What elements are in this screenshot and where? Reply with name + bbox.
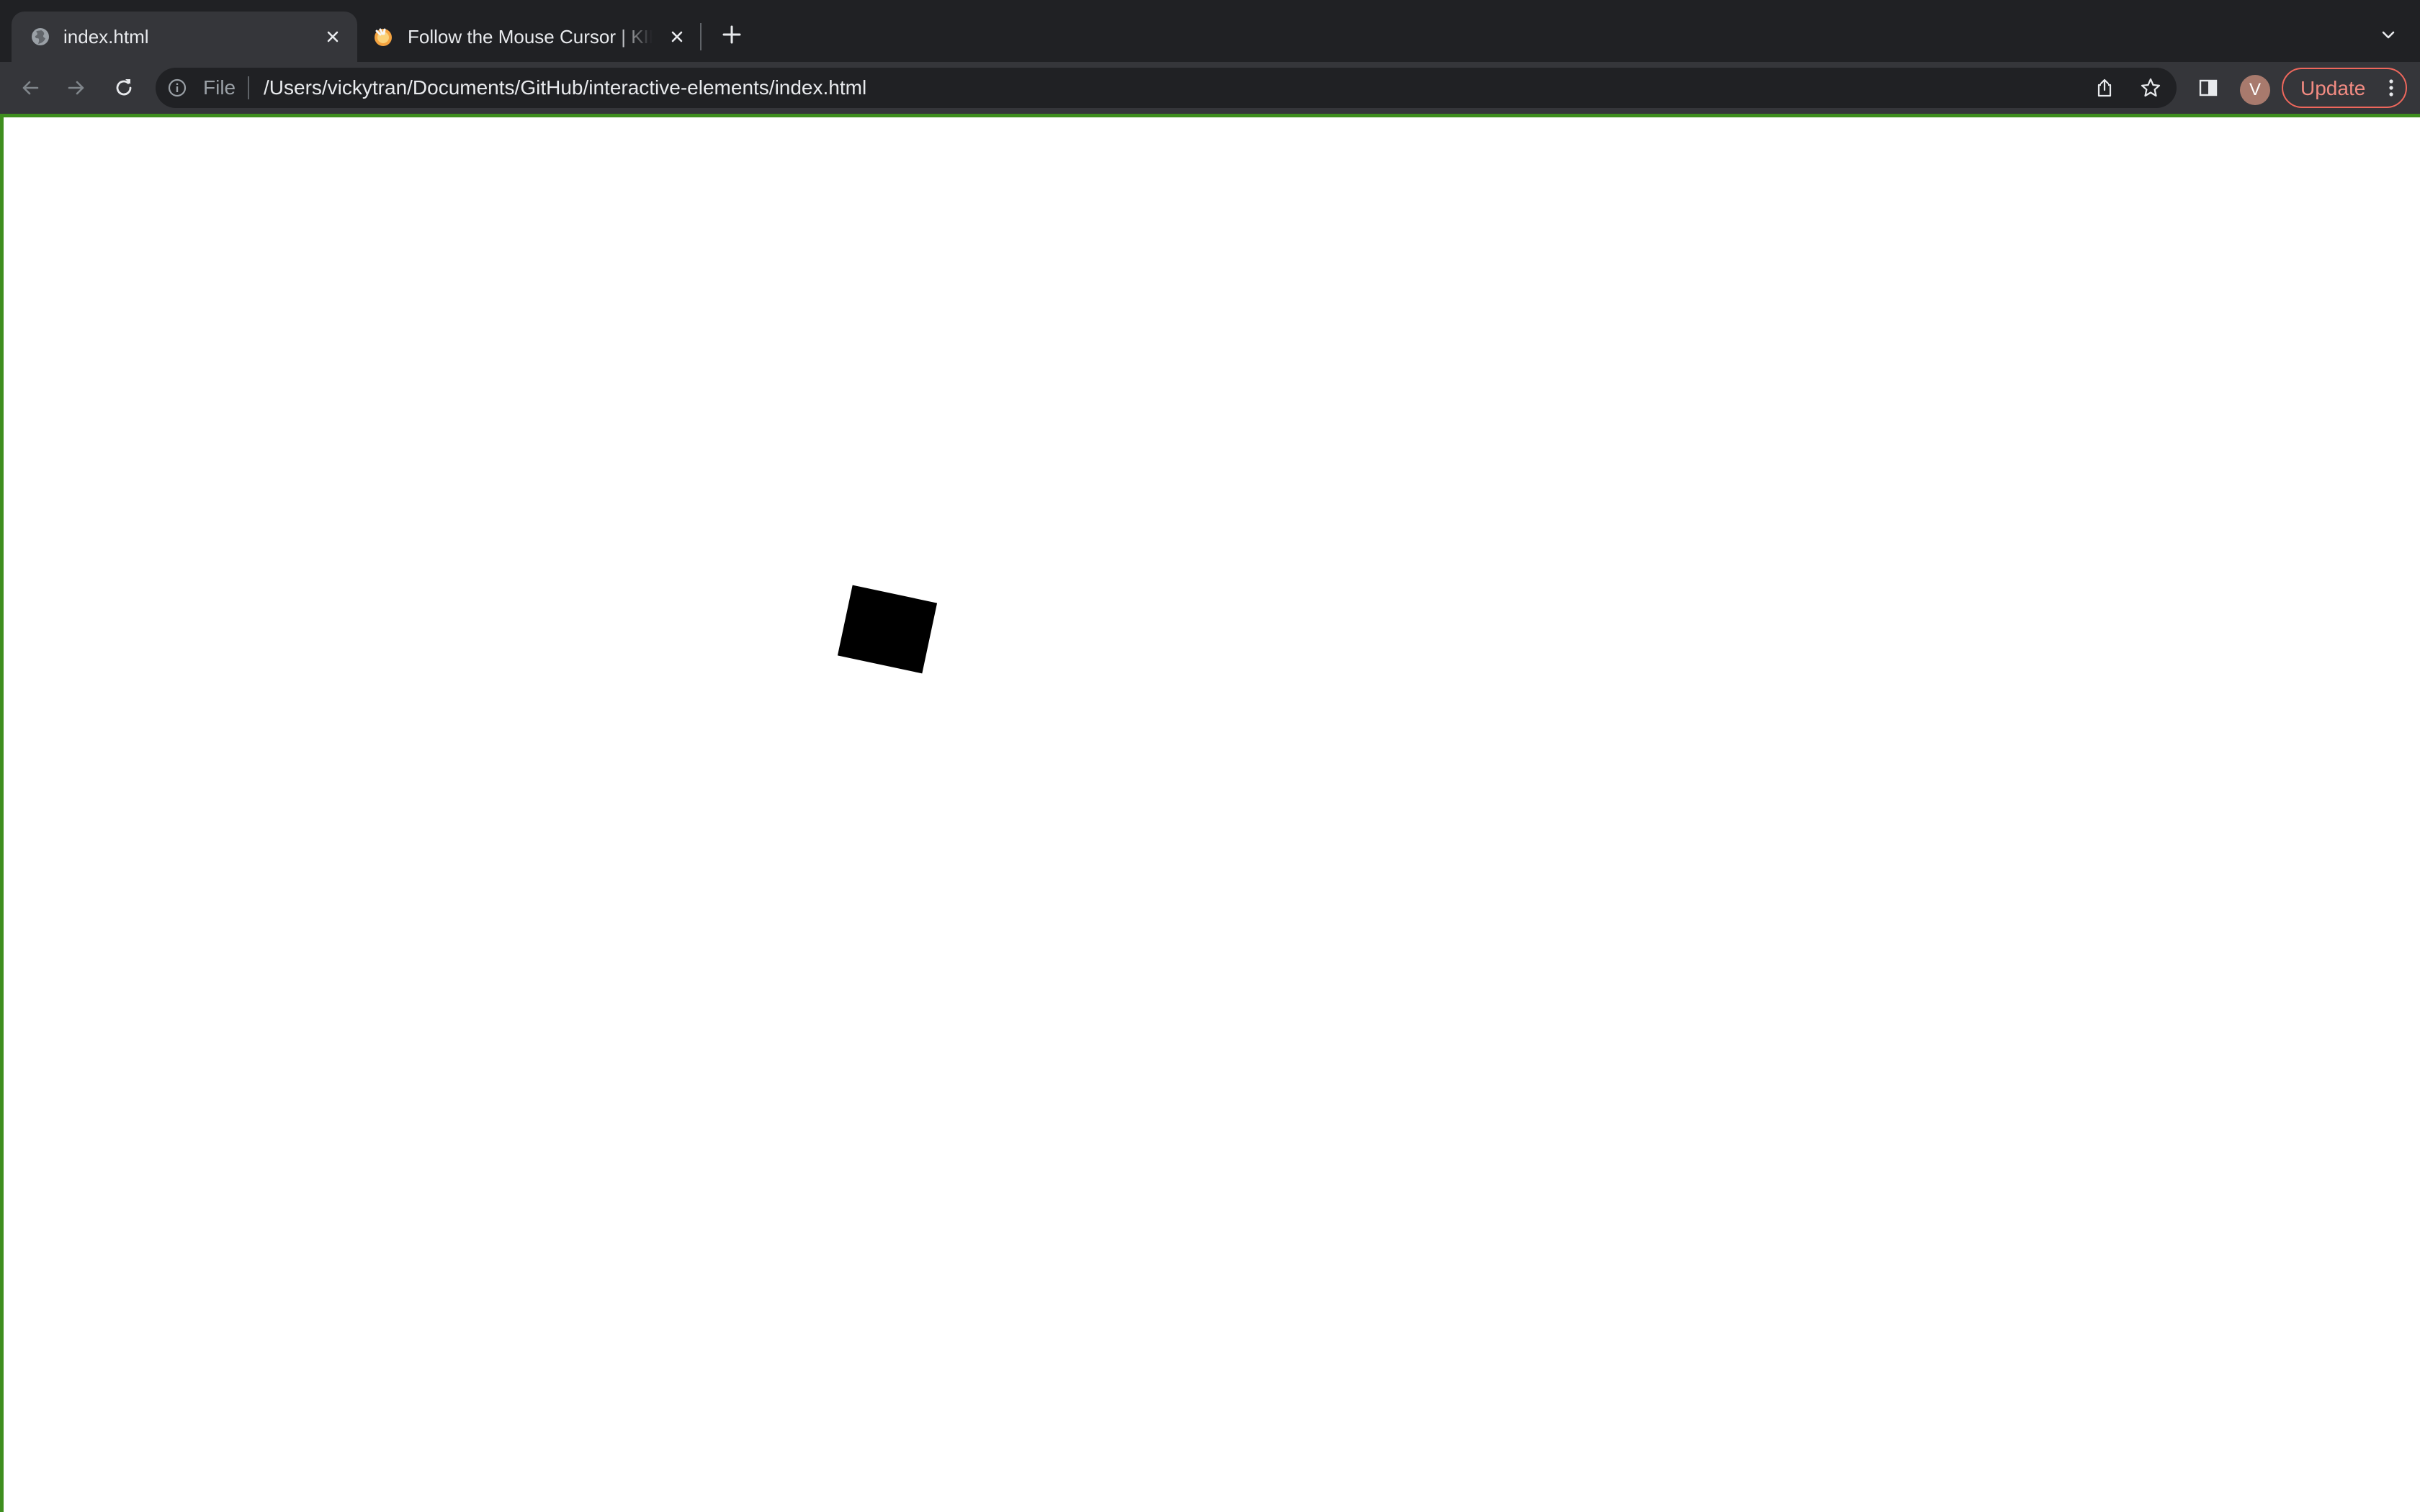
star-icon[interactable] xyxy=(2136,73,2165,102)
omnibox-divider xyxy=(248,76,249,99)
chevron-down-icon[interactable] xyxy=(2374,20,2403,49)
url-scheme-label: File xyxy=(203,76,236,99)
tab-title: index.html xyxy=(63,26,149,48)
kiru-favicon-icon xyxy=(372,25,395,48)
reload-icon[interactable] xyxy=(109,73,138,102)
close-tab-icon[interactable] xyxy=(321,25,344,48)
address-bar[interactable]: File /Users/vickytran/Documents/GitHub/i… xyxy=(156,68,2177,108)
close-tab-icon[interactable] xyxy=(666,25,689,48)
tab-index-html[interactable]: index.html xyxy=(12,12,357,62)
url-text[interactable]: /Users/vickytran/Documents/GitHub/intera… xyxy=(264,77,866,99)
forward-arrow-icon[interactable] xyxy=(62,73,91,102)
browser-window: index.html Follow the Mouse Cursor | KIR… xyxy=(0,0,2420,1512)
tab-follow-the-mouse-cursor[interactable]: Follow the Mouse Cursor | KIRU xyxy=(357,12,702,62)
info-icon[interactable] xyxy=(167,78,187,98)
side-panel-icon[interactable] xyxy=(2194,73,2223,102)
share-icon[interactable] xyxy=(2090,73,2119,102)
update-label: Update xyxy=(2300,77,2366,99)
page-viewport[interactable] xyxy=(0,114,2420,1512)
avatar[interactable]: V xyxy=(2240,75,2270,105)
tab-title: Follow the Mouse Cursor | KIRU xyxy=(408,26,653,48)
browser-toolbar: File /Users/vickytran/Documents/GitHub/i… xyxy=(0,62,2420,114)
update-button[interactable]: Update xyxy=(2282,68,2407,108)
globe-icon xyxy=(29,25,52,48)
back-arrow-icon[interactable] xyxy=(16,73,45,102)
tab-divider xyxy=(700,23,702,50)
cursor-following-box xyxy=(837,585,938,674)
tab-strip: index.html Follow the Mouse Cursor | KIR… xyxy=(0,0,2420,62)
kebab-menu-icon[interactable] xyxy=(2378,75,2404,101)
plus-icon[interactable] xyxy=(717,20,746,49)
